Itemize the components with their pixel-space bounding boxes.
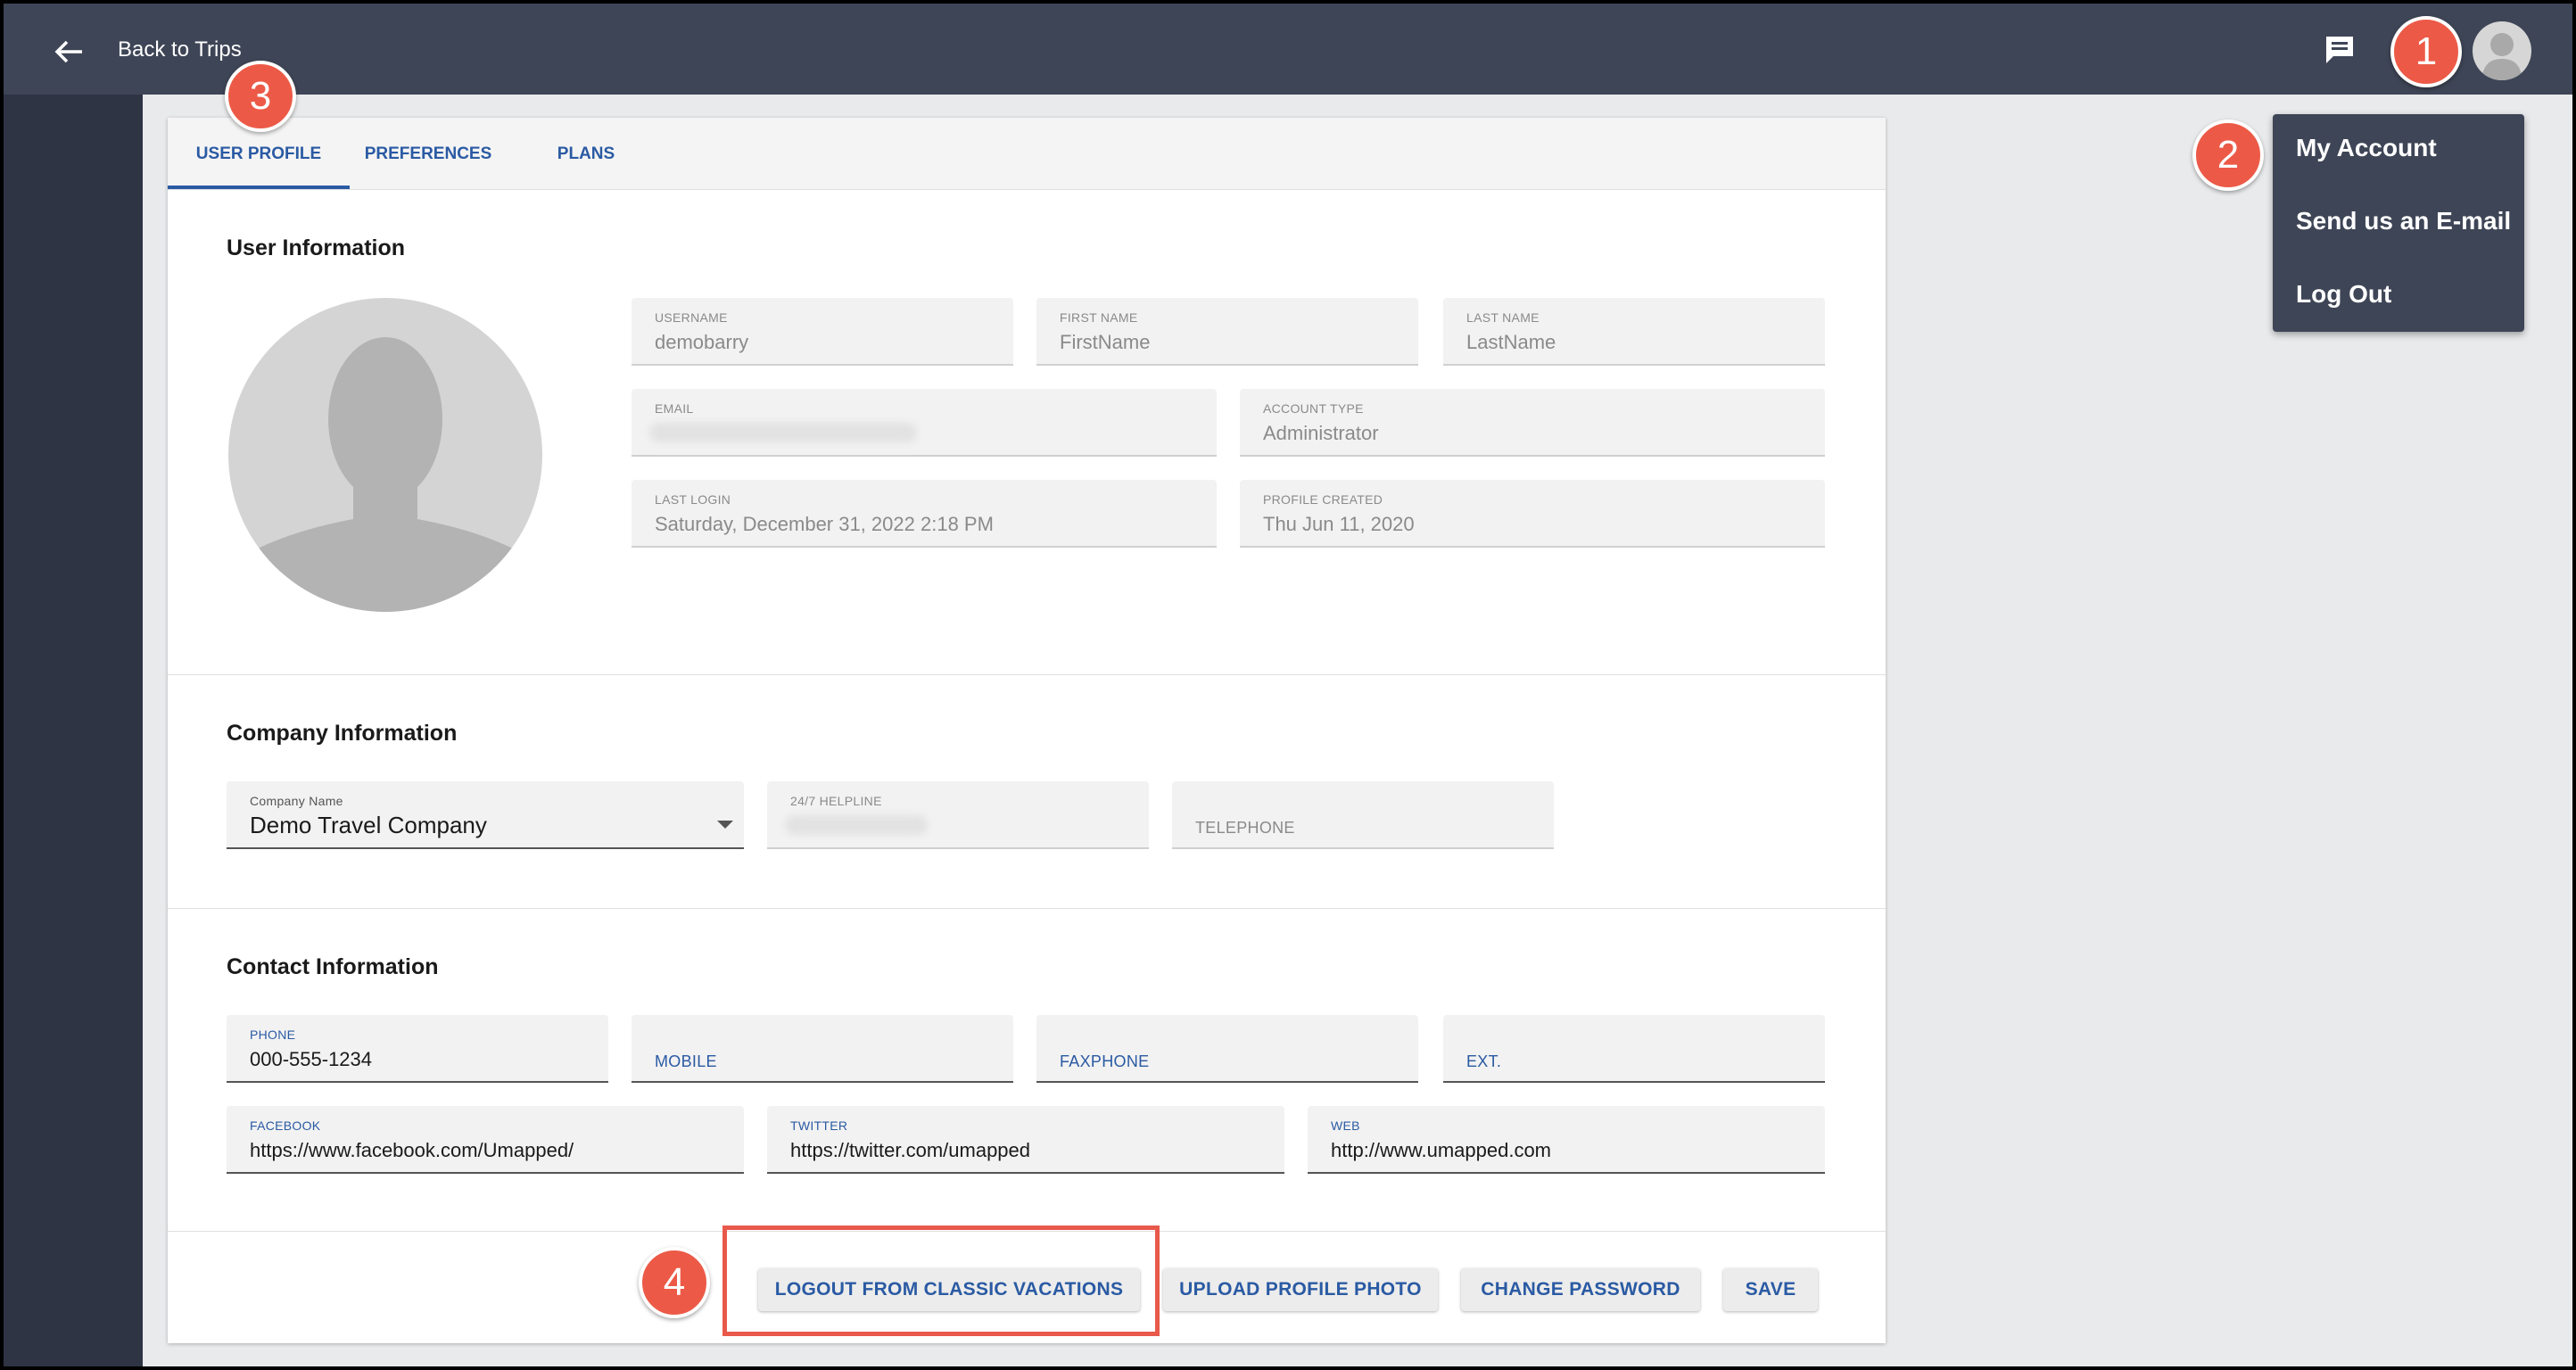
user-avatar-button[interactable]: [2473, 21, 2531, 80]
chevron-down-icon[interactable]: [717, 821, 733, 829]
back-arrow-icon[interactable]: [52, 34, 87, 70]
twitter-field[interactable]: TWITTER https://twitter.com/umapped: [767, 1106, 1284, 1174]
section-divider: [168, 674, 1886, 675]
username-field[interactable]: USERNAME demobarry: [632, 298, 1013, 366]
faxphone-placeholder: FAXPHONE: [1060, 1052, 1150, 1070]
telephone-placeholder: TELEPHONE: [1195, 819, 1295, 837]
person-silhouette-icon: [2481, 33, 2522, 80]
contact-information-title: Contact Information: [227, 954, 439, 979]
app-window: Back to Trips USER PROFILE PREFERENCES P…: [4, 4, 2572, 1366]
first-name-field[interactable]: FIRST NAME FirstName: [1036, 298, 1418, 366]
mobile-field[interactable]: MOBILE: [632, 1015, 1013, 1083]
ext-field[interactable]: EXT.: [1443, 1015, 1825, 1083]
first-name-value: FirstName: [1060, 331, 1151, 353]
menu-item-my-account[interactable]: My Account: [2296, 134, 2437, 162]
person-silhouette-icon: [228, 337, 542, 612]
web-label: WEB: [1331, 1118, 1360, 1133]
mobile-placeholder: MOBILE: [655, 1052, 717, 1070]
helpline-field[interactable]: 24/7 HELPLINE: [767, 781, 1149, 849]
account-menu: My Account Send us an E-mail Log Out: [2273, 114, 2524, 332]
company-name-select[interactable]: Company Name Demo Travel Company: [227, 781, 744, 849]
last-name-label: LAST NAME: [1466, 310, 1540, 325]
helpline-label: 24/7 HELPLINE: [790, 794, 882, 808]
last-login-label: LAST LOGIN: [655, 492, 731, 507]
profile-created-value: Thu Jun 11, 2020: [1263, 513, 1415, 535]
first-name-label: FIRST NAME: [1060, 310, 1138, 325]
upload-profile-photo-button[interactable]: UPLOAD PROFILE PHOTO: [1163, 1268, 1438, 1311]
company-name-value: Demo Travel Company: [250, 812, 487, 838]
twitter-label: TWITTER: [790, 1118, 848, 1133]
web-value: http://www.umapped.com: [1331, 1139, 1552, 1161]
last-login-field[interactable]: LAST LOGIN Saturday, December 31, 2022 2…: [632, 480, 1217, 548]
callout-badge-1: 1: [2390, 16, 2462, 87]
user-information-title: User Information: [227, 235, 406, 260]
username-value: demobarry: [655, 331, 749, 353]
phone-label: PHONE: [250, 1028, 296, 1042]
email-label: EMAIL: [655, 401, 694, 416]
telephone-field[interactable]: TELEPHONE: [1172, 781, 1554, 849]
change-password-button[interactable]: CHANGE PASSWORD: [1461, 1268, 1700, 1311]
username-label: USERNAME: [655, 310, 728, 325]
menu-item-send-email[interactable]: Send us an E-mail: [2296, 207, 2511, 235]
chat-icon[interactable]: [2323, 34, 2357, 66]
section-divider: [168, 908, 1886, 909]
facebook-value: https://www.facebook.com/Umapped/: [250, 1139, 574, 1161]
profile-created-field[interactable]: PROFILE CREATED Thu Jun 11, 2020: [1240, 480, 1825, 548]
tab-preferences[interactable]: PREFERENCES: [350, 118, 507, 189]
last-name-value: LastName: [1466, 331, 1556, 353]
profile-photo: [228, 298, 542, 612]
email-value-blurred: [649, 423, 917, 442]
account-type-label: ACCOUNT TYPE: [1263, 401, 1364, 416]
profile-card: USER PROFILE PREFERENCES PLANS User Info…: [168, 118, 1886, 1343]
last-login-value: Saturday, December 31, 2022 2:18 PM: [655, 513, 994, 535]
ext-placeholder: EXT.: [1466, 1052, 1502, 1070]
top-bar: Back to Trips: [4, 4, 2572, 95]
highlight-box: [722, 1226, 1160, 1336]
tab-bar: USER PROFILE PREFERENCES PLANS: [168, 118, 1886, 190]
callout-badge-3: 3: [225, 61, 296, 132]
menu-item-log-out[interactable]: Log Out: [2296, 280, 2391, 309]
twitter-value: https://twitter.com/umapped: [790, 1139, 1031, 1161]
callout-badge-4: 4: [639, 1247, 710, 1318]
phone-value: 000-555-1234: [250, 1048, 373, 1070]
email-field[interactable]: EMAIL: [632, 389, 1217, 457]
company-name-label: Company Name: [250, 794, 343, 808]
back-to-trips-link[interactable]: Back to Trips: [118, 37, 242, 62]
save-button[interactable]: SAVE: [1723, 1268, 1818, 1311]
helpline-value-blurred: [785, 815, 928, 835]
facebook-field[interactable]: FACEBOOK https://www.facebook.com/Umappe…: [227, 1106, 744, 1174]
faxphone-field[interactable]: FAXPHONE: [1036, 1015, 1418, 1083]
phone-field[interactable]: PHONE 000-555-1234: [227, 1015, 608, 1083]
web-field[interactable]: WEB http://www.umapped.com: [1308, 1106, 1825, 1174]
company-information-title: Company Information: [227, 721, 458, 746]
account-type-field[interactable]: ACCOUNT TYPE Administrator: [1240, 389, 1825, 457]
tab-plans[interactable]: PLANS: [546, 118, 626, 189]
profile-created-label: PROFILE CREATED: [1263, 492, 1383, 507]
active-tab-indicator: [168, 186, 350, 189]
sidebar-strip: [4, 95, 143, 1366]
facebook-label: FACEBOOK: [250, 1118, 321, 1133]
callout-badge-2: 2: [2192, 120, 2264, 191]
last-name-field[interactable]: LAST NAME LastName: [1443, 298, 1825, 366]
account-type-value: Administrator: [1263, 422, 1379, 444]
